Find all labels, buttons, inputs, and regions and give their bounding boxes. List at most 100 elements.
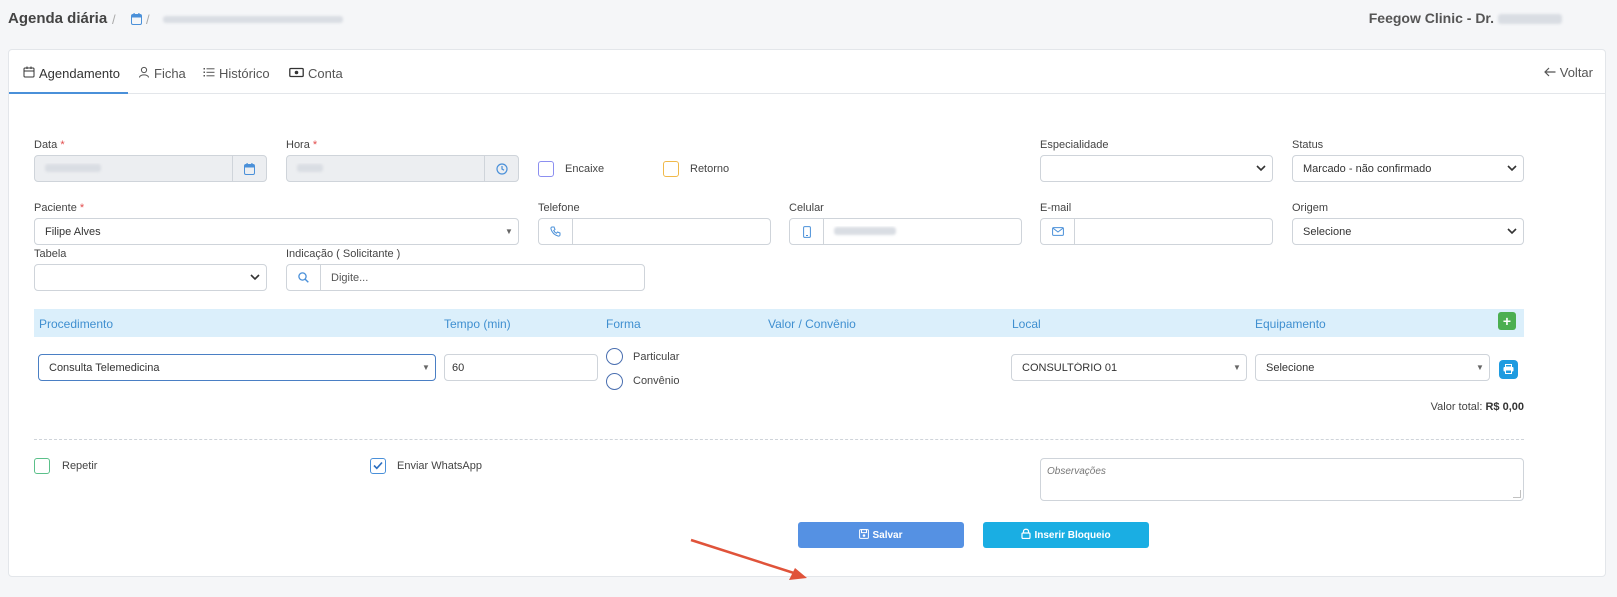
calendar-icon <box>23 66 35 81</box>
back-label: Voltar <box>1559 65 1593 80</box>
total-value: Valor total: R$ 0,00 <box>1430 401 1524 413</box>
col-local: Local <box>1012 317 1041 331</box>
paciente-label: Paciente * <box>34 202 85 214</box>
user-icon <box>138 66 150 81</box>
caret-down-icon: ▼ <box>1233 363 1241 372</box>
convenio-radio[interactable] <box>606 373 623 390</box>
tab-bar: Agendamento Ficha Histórico Conta Voltar <box>9 50 1605 94</box>
procedimento-select[interactable]: Consulta Telemedicina ▼ <box>38 354 436 381</box>
clinic-doctor-name: Feegow Clinic - Dr. <box>1369 10 1562 26</box>
save-label: Salvar <box>872 529 903 541</box>
procedure-table-header: Procedimento Tempo (min) Forma Valor / C… <box>34 309 1524 337</box>
page-title: Agenda diária <box>8 10 108 27</box>
insert-block-button[interactable]: Inserir Bloqueio <box>983 522 1149 548</box>
status-label: Status <box>1292 139 1324 151</box>
particular-label: Particular <box>633 351 680 363</box>
redacted-name <box>1498 14 1562 25</box>
time-field[interactable] <box>286 155 519 182</box>
tab-label: Agendamento <box>39 66 120 81</box>
especialidade-label: Especialidade <box>1040 139 1109 151</box>
active-tab-indicator <box>9 92 128 94</box>
repetir-label: Repetir <box>62 460 98 472</box>
indicacao-search-field[interactable]: Digite... <box>286 264 645 291</box>
checkmark-icon <box>373 459 383 473</box>
observacoes-textarea[interactable]: Observações <box>1040 458 1524 501</box>
tab-agendamento[interactable]: Agendamento <box>23 66 120 81</box>
tempo-field[interactable]: 60 <box>444 354 598 381</box>
tab-label: Ficha <box>154 66 186 81</box>
appointment-card: Agendamento Ficha Histórico Conta Voltar… <box>8 49 1606 580</box>
section-divider <box>34 439 1524 440</box>
breadcrumb-separator: / <box>146 12 150 27</box>
paciente-select[interactable]: Filipe Alves ▼ <box>34 218 519 245</box>
calendar-icon[interactable] <box>232 156 266 181</box>
retorno-checkbox[interactable] <box>663 161 679 177</box>
col-equipamento: Equipamento <box>1255 317 1326 331</box>
origem-select[interactable]: Selecione <box>1292 218 1524 245</box>
tabela-select[interactable] <box>34 264 267 291</box>
redacted-time <box>297 163 323 172</box>
col-tempo: Tempo (min) <box>444 317 511 331</box>
hora-label: Hora * <box>286 139 318 151</box>
printer-icon <box>1503 363 1514 377</box>
date-field[interactable] <box>34 155 267 182</box>
chevron-down-icon <box>244 272 266 284</box>
money-icon <box>289 66 304 81</box>
origem-label: Origem <box>1292 202 1329 214</box>
breadcrumb-separator: / <box>112 12 116 27</box>
local-select[interactable]: CONSULTÓRIO 01 ▼ <box>1011 354 1247 381</box>
tab-ficha[interactable]: Ficha <box>138 66 186 81</box>
equipamento-select[interactable]: Selecione ▼ <box>1255 354 1490 381</box>
telefone-label: Telefone <box>538 202 580 214</box>
whatsapp-label: Enviar WhatsApp <box>397 460 482 472</box>
clock-icon[interactable] <box>484 156 518 181</box>
tab-historico[interactable]: Histórico <box>203 66 270 81</box>
especialidade-select[interactable] <box>1040 155 1273 182</box>
telefone-field[interactable] <box>538 218 771 245</box>
whatsapp-checkbox[interactable] <box>370 458 386 474</box>
top-bar: Agenda diária / / Feegow Clinic - Dr. <box>0 0 1617 40</box>
plus-icon: + <box>1502 313 1512 329</box>
phone-icon <box>539 219 573 244</box>
encaixe-label: Encaixe <box>565 163 605 175</box>
tab-conta[interactable]: Conta <box>289 66 343 81</box>
arrow-left-icon <box>1543 65 1556 80</box>
email-field[interactable] <box>1040 218 1273 245</box>
add-procedure-button[interactable]: + <box>1498 312 1516 330</box>
repetir-checkbox[interactable] <box>34 458 50 474</box>
email-label: E-mail <box>1040 202 1072 214</box>
mobile-icon <box>790 219 824 244</box>
convenio-label: Convênio <box>633 375 680 387</box>
insert-block-label: Inserir Bloqueio <box>1034 529 1111 541</box>
col-forma: Forma <box>606 317 641 331</box>
particular-radio[interactable] <box>606 348 623 365</box>
redacted-date <box>45 163 101 172</box>
search-icon <box>287 265 321 290</box>
tab-label: Histórico <box>219 66 270 81</box>
observacoes-placeholder: Observações <box>1047 466 1106 477</box>
tabela-label: Tabela <box>34 248 67 260</box>
encaixe-checkbox[interactable] <box>538 161 554 177</box>
save-button[interactable]: Salvar <box>798 522 964 548</box>
caret-down-icon: ▼ <box>505 227 513 236</box>
floppy-disk-icon <box>859 528 870 542</box>
caret-down-icon: ▼ <box>1476 363 1484 372</box>
celular-field[interactable] <box>789 218 1022 245</box>
print-button[interactable] <box>1499 360 1518 379</box>
redacted-phone <box>834 226 896 235</box>
col-valor-convenio: Valor / Convênio <box>768 317 856 331</box>
col-procedimento: Procedimento <box>39 317 114 331</box>
breadcrumb-date-redacted <box>163 16 343 23</box>
back-button[interactable]: Voltar <box>1543 65 1593 80</box>
chevron-down-icon <box>1250 163 1272 175</box>
lock-icon <box>1021 528 1032 542</box>
list-icon <box>203 66 215 81</box>
envelope-icon <box>1041 219 1075 244</box>
tab-label: Conta <box>308 66 343 81</box>
resize-handle[interactable] <box>1513 490 1521 498</box>
status-select[interactable]: Marcado - não confirmado <box>1292 155 1524 182</box>
retorno-label: Retorno <box>690 163 730 175</box>
celular-label: Celular <box>789 202 824 214</box>
calendar-icon[interactable] <box>131 13 142 28</box>
indicacao-label: Indicação ( Solicitante ) <box>286 248 401 260</box>
